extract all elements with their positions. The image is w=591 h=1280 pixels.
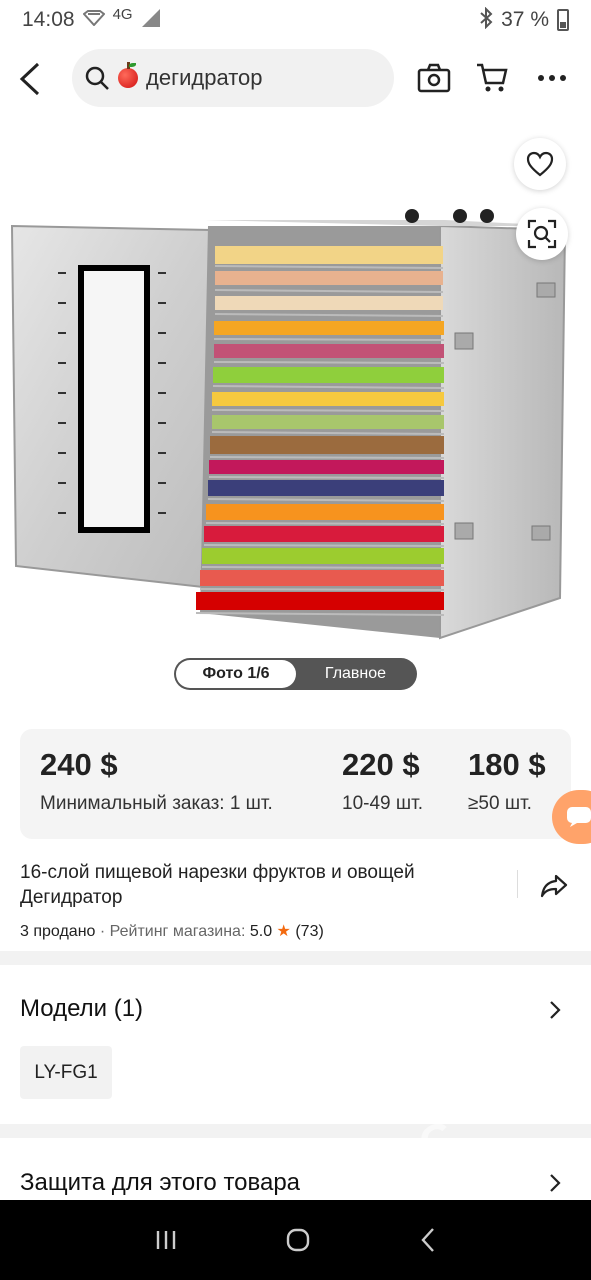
home-icon[interactable] bbox=[285, 1227, 311, 1253]
cart-icon bbox=[477, 63, 508, 92]
model-chip[interactable]: LY-FG1 bbox=[20, 1046, 112, 1099]
price-label: Минимальный заказ: 1 шт. bbox=[40, 793, 273, 814]
price-label: ≥50 шт. bbox=[468, 793, 532, 814]
price-tier: 240 $ Минимальный заказ: 1 шт. bbox=[40, 747, 273, 815]
share-button[interactable] bbox=[536, 868, 572, 904]
favorite-button[interactable] bbox=[514, 138, 566, 190]
rating-label: · Рейтинг магазина: bbox=[99, 923, 246, 940]
share-icon bbox=[540, 874, 568, 898]
review-count[interactable]: (73) bbox=[295, 923, 323, 940]
apple-icon bbox=[118, 62, 138, 88]
more-dots-icon bbox=[538, 75, 566, 81]
photo-counter-tab[interactable]: Фото 1/6 bbox=[176, 660, 296, 688]
system-nav-bar bbox=[0, 1200, 591, 1280]
models-title[interactable]: Модели (1) bbox=[20, 995, 143, 1023]
signal-icon bbox=[141, 8, 161, 33]
status-bar: 14:08 4G 37 % bbox=[0, 0, 591, 40]
search-header: дегидратор bbox=[0, 46, 591, 112]
cart-button[interactable] bbox=[474, 60, 510, 96]
dehydrator-illustration bbox=[10, 209, 567, 640]
search-input[interactable]: дегидратор bbox=[72, 49, 394, 107]
price-card: 240 $ Минимальный заказ: 1 шт. 220 $ 10-… bbox=[20, 729, 571, 839]
star-icon: ★ bbox=[276, 923, 291, 940]
back-nav-icon[interactable] bbox=[419, 1227, 437, 1253]
search-icon bbox=[85, 66, 109, 90]
chevron-right-icon[interactable] bbox=[545, 1173, 565, 1193]
battery-icon bbox=[557, 9, 569, 31]
rating-value: 5.0 bbox=[249, 923, 273, 940]
vpn-icon bbox=[82, 9, 106, 31]
photo-switcher: Фото 1/6 Главное bbox=[174, 658, 417, 690]
status-time: 14:08 bbox=[22, 8, 75, 31]
search-query: дегидратор bbox=[146, 65, 263, 90]
camera-search-button[interactable] bbox=[416, 60, 452, 96]
section-separator bbox=[0, 951, 591, 965]
back-button[interactable] bbox=[0, 49, 60, 109]
battery-percent: 37 % bbox=[501, 8, 549, 31]
main-tab[interactable]: Главное bbox=[296, 665, 415, 683]
price-tier: 180 $ ≥50 шт. bbox=[468, 747, 546, 815]
bluetooth-icon bbox=[479, 6, 493, 34]
heart-icon bbox=[526, 151, 554, 177]
image-search-icon bbox=[527, 219, 557, 249]
section-separator bbox=[0, 1124, 591, 1138]
chat-icon bbox=[567, 807, 591, 827]
back-arrow-icon bbox=[19, 62, 40, 96]
more-button[interactable] bbox=[534, 60, 570, 96]
protection-title[interactable]: Защита для этого товара bbox=[20, 1169, 300, 1197]
visual-search-button[interactable] bbox=[516, 208, 568, 260]
product-title: 16-слой пищевой нарезки фруктов и овощей… bbox=[20, 862, 415, 908]
network-type: 4G bbox=[112, 5, 133, 23]
chevron-right-icon[interactable] bbox=[545, 1000, 565, 1020]
camera-icon bbox=[417, 63, 451, 93]
price-value: 240 $ bbox=[40, 747, 118, 782]
recent-apps-icon[interactable] bbox=[154, 1229, 178, 1251]
watermark: TMC bbox=[344, 1107, 468, 1207]
product-title-block: 16-слой пищевой нарезки фруктов и овощей… bbox=[20, 860, 500, 910]
product-meta: 3 продано · Рейтинг магазина: 5.0 ★ (73) bbox=[20, 921, 324, 941]
price-value: 220 $ bbox=[342, 747, 420, 782]
sold-count: 3 продано bbox=[20, 923, 96, 940]
price-label: 10-49 шт. bbox=[342, 793, 423, 814]
price-value: 180 $ bbox=[468, 747, 546, 782]
price-tier: 220 $ 10-49 шт. bbox=[342, 747, 423, 815]
product-image[interactable] bbox=[0, 118, 591, 703]
divider bbox=[517, 870, 518, 898]
